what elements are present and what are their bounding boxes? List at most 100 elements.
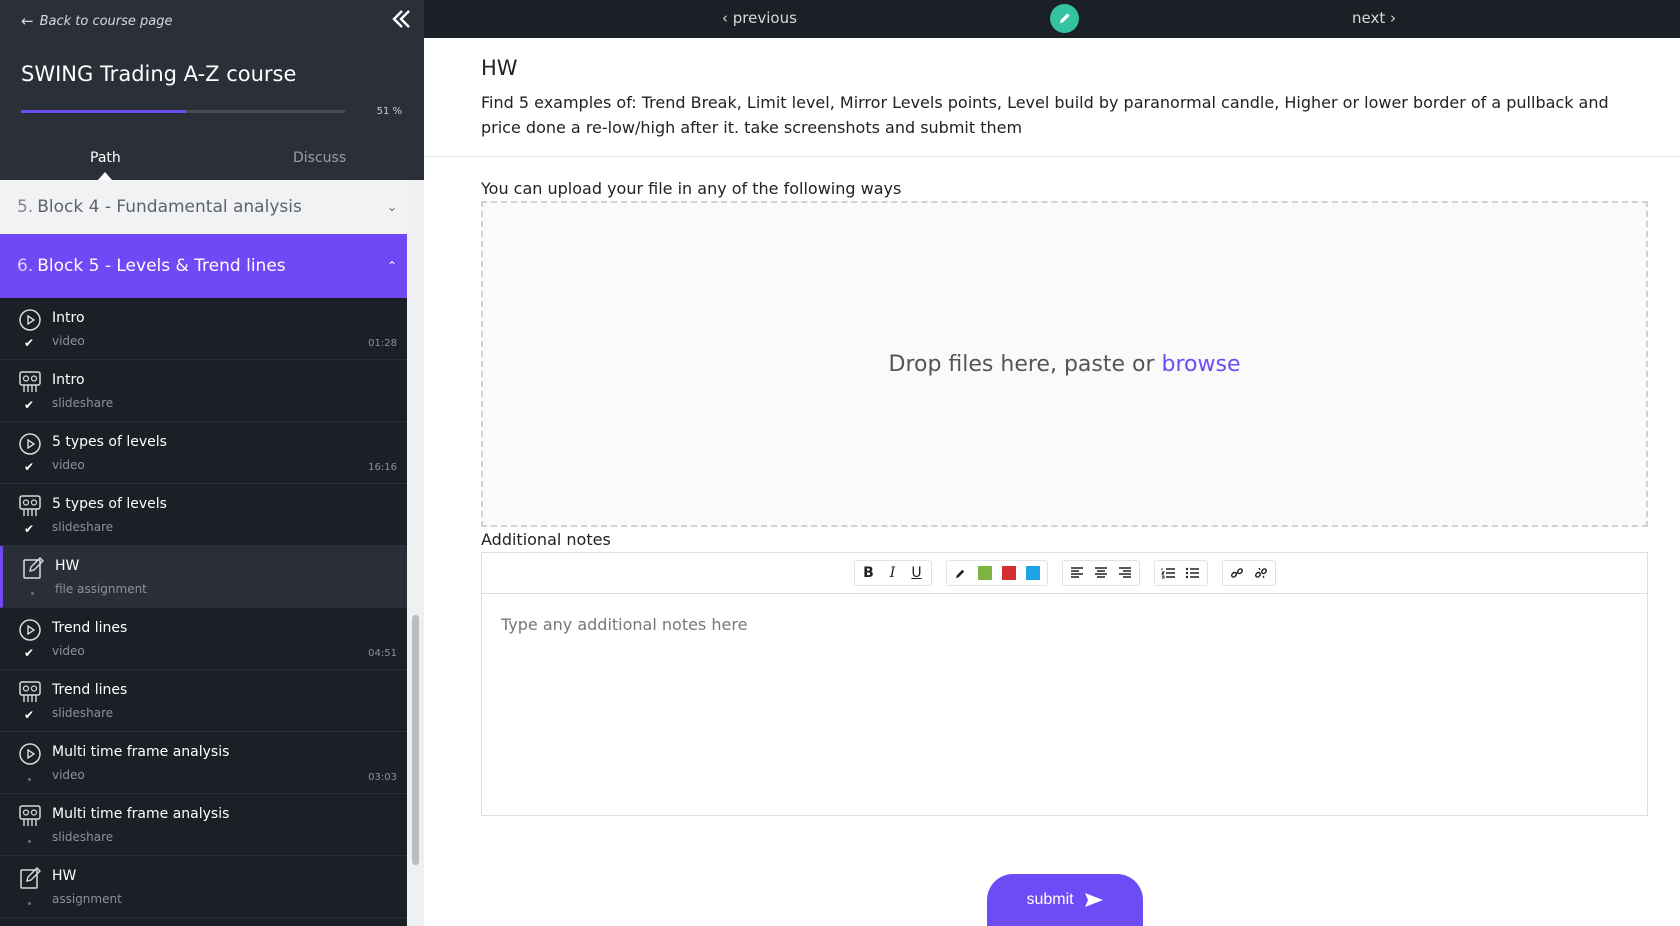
lesson-title: Intro [52,310,85,326]
collapse-sidebar-icon[interactable] [388,6,414,32]
block-title: Block 4 - Fundamental analysis [37,197,302,217]
notes-editor: B I U Type any additional notes here [481,552,1648,816]
incomplete-dot-icon [28,778,31,781]
course-progress-bar [21,110,345,113]
align-center-icon[interactable] [1091,563,1111,583]
check-icon: ✔ [24,460,35,474]
lesson-topbar: ‹ previous next › [424,0,1680,38]
lesson-title: Intro [52,372,85,388]
play-circle-icon [18,618,42,642]
block-row-levels-trend-lines[interactable]: 6. Block 5 - Levels & Trend lines ⌃ [0,234,407,298]
lesson-title: Multi time frame analysis [52,744,230,760]
lesson-title: 5 types of levels [52,496,167,512]
align-right-icon[interactable] [1115,563,1135,583]
lesson-item[interactable]: Multi time frame analysis video 03:03 [0,732,407,794]
submit-button[interactable]: submit [987,874,1143,926]
alignment-group [1061,560,1140,586]
back-to-course-link[interactable]: ← Back to course page [21,12,173,30]
notes-textarea[interactable]: Type any additional notes here [501,615,747,634]
lesson-item[interactable]: ✔ 5 types of levels video 16:16 [0,422,407,484]
send-icon [1084,893,1103,907]
italic-icon[interactable]: I [883,563,903,583]
lesson-title: Multi time frame analysis [52,806,230,822]
play-circle-icon [18,742,42,766]
list-group [1153,560,1208,586]
tab-discuss[interactable]: Discuss [293,150,346,166]
browse-link[interactable]: browse [1162,352,1241,377]
bold-icon[interactable]: B [859,563,879,583]
underline-icon[interactable]: U [907,563,927,583]
block-row-fundamental-analysis[interactable]: 5. Block 4 - Fundamental analysis ⌄ [0,180,407,234]
course-sidebar: ← Back to course page SWING Trading A-Z … [0,0,424,926]
lesson-item[interactable]: ✔ Trend lines slideshare [0,670,407,732]
lesson-type: slideshare [52,830,114,844]
color-swatch-red[interactable] [999,563,1019,583]
pencil-icon[interactable] [1050,4,1079,33]
active-tab-marker [98,172,112,180]
lesson-item[interactable]: HW assignment [0,856,407,918]
lesson-item[interactable]: ✔ Intro video 01:28 [0,298,407,360]
slides-icon [18,370,42,394]
sidebar-tabs: Path Discuss [0,146,424,180]
course-progress-fill [21,110,187,113]
chevron-up-icon: ⌃ [386,259,397,273]
lesson-type: assignment [52,892,122,906]
lesson-type: video [52,458,85,472]
block-number: 5. [17,197,34,217]
play-circle-icon [18,432,42,456]
scrollbar-thumb[interactable] [412,615,419,865]
lesson-item[interactable]: ✔ Trend lines video 04:51 [0,608,407,670]
assignment-description: Find 5 examples of: Trend Break, Limit l… [481,93,1609,137]
text-style-group: B I U [853,560,932,586]
lesson-type: video [52,768,85,782]
incomplete-dot-icon [31,592,34,595]
divider [424,156,1680,157]
lesson-title: HW [55,558,80,574]
lesson-duration: 16:16 [368,462,397,473]
sidebar-scrollbar[interactable] [407,180,424,926]
editor-toolbar: B I U [482,553,1647,594]
align-left-icon[interactable] [1067,563,1087,583]
block-title: Block 5 - Levels & Trend lines [37,256,286,276]
bullet-list-icon[interactable] [1183,563,1203,583]
lesson-type: video [52,644,85,658]
lesson-list: ✔ Intro video 01:28 ✔ Intro slideshare ✔ 5 types… [0,298,407,918]
dropzone-text: Drop files here, paste or [888,351,1155,377]
check-icon: ✔ [24,398,35,412]
lesson-item[interactable]: ✔ Intro slideshare [0,360,407,422]
color-swatch-green[interactable] [975,563,995,583]
unlink-icon[interactable] [1251,563,1271,583]
check-icon: ✔ [24,336,35,350]
next-lesson-link[interactable]: next › [1352,9,1396,27]
assignment-icon [21,556,45,580]
lesson-type: slideshare [52,396,114,410]
previous-lesson-link[interactable]: ‹ previous [722,9,797,27]
lesson-type: video [52,334,85,348]
lesson-type: file assignment [55,582,147,596]
check-icon: ✔ [24,708,35,722]
upload-label: You can upload your file in any of the f… [481,179,902,198]
page-title: HW [481,56,518,80]
lesson-item[interactable]: Multi time frame analysis slideshare [0,794,407,856]
lesson-title: Trend lines [52,682,128,698]
color-swatch-blue[interactable] [1023,563,1043,583]
lesson-type: slideshare [52,520,114,534]
check-icon: ✔ [24,646,35,660]
check-icon: ✔ [24,522,35,536]
lesson-item[interactable]: HW file assignment [0,546,407,608]
file-dropzone[interactable]: Drop files here, paste or browse [481,201,1648,527]
tab-path[interactable]: Path [90,150,121,166]
assignment-panel: HW Find 5 examples of: Trend Break, Limi… [424,38,1680,926]
course-progress-percent: 51 % [376,106,402,117]
lesson-title: 5 types of levels [52,434,167,450]
color-group [945,560,1048,586]
assignment-icon [18,866,42,890]
lesson-title: HW [52,868,77,884]
lesson-item[interactable]: ✔ 5 types of levels slideshare [0,484,407,546]
lesson-type: slideshare [52,706,114,720]
highlighter-icon[interactable] [951,563,971,583]
ordered-list-icon[interactable] [1159,563,1179,583]
sidebar-header: ← Back to course page SWING Trading A-Z … [0,0,424,180]
lesson-duration: 03:03 [368,772,397,783]
link-icon[interactable] [1227,563,1247,583]
